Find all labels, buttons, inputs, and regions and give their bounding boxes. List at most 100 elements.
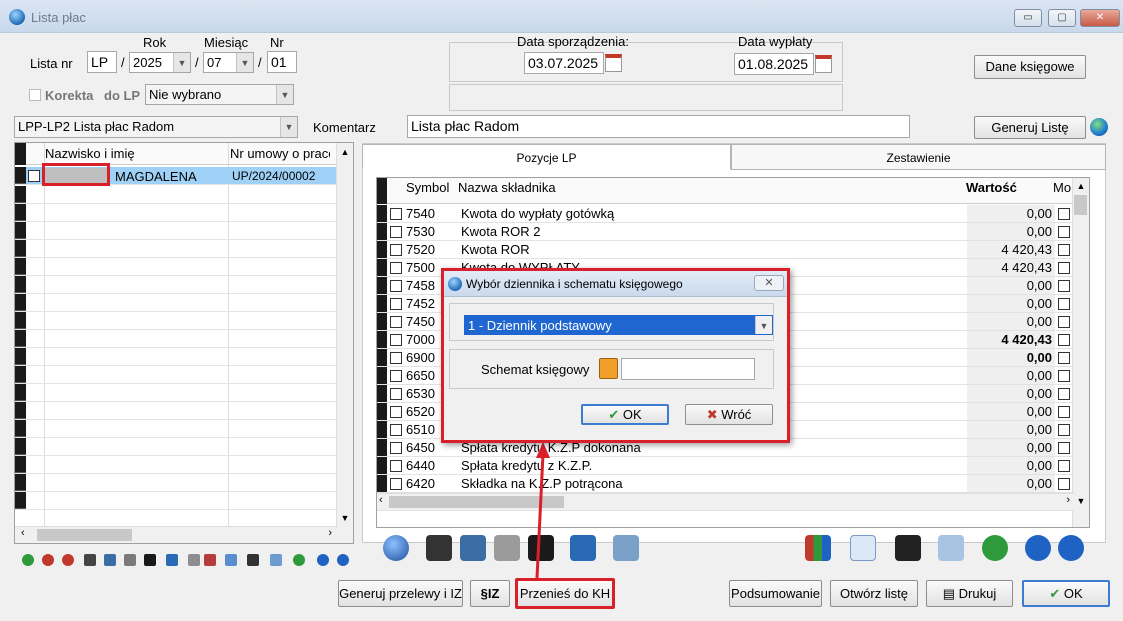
empty-row[interactable]	[15, 258, 353, 276]
clipboard-icon[interactable]	[204, 554, 216, 566]
dialog-wroc-button[interactable]: ✖ Wróć	[685, 404, 773, 425]
row-checkbox[interactable]	[390, 370, 402, 382]
row-checkbox[interactable]	[390, 262, 402, 274]
row-checkbox[interactable]	[390, 334, 402, 346]
empty-row[interactable]	[15, 492, 353, 510]
row-checkbox[interactable]	[390, 352, 402, 364]
row-checkbox[interactable]	[390, 280, 402, 292]
table-row[interactable]: 7530 Kwota ROR 2 0,00	[377, 223, 1089, 241]
empty-row[interactable]	[15, 186, 353, 204]
table-row[interactable]: 6440 Spłata kredytu z K.Z.P. 0,00	[377, 457, 1089, 475]
close-button[interactable]: ✕	[1080, 9, 1120, 27]
tab-pozycje[interactable]: Pozycje LP	[362, 144, 731, 170]
chevron-left-icon[interactable]: ‹	[21, 527, 25, 539]
row-checkbox[interactable]	[390, 208, 402, 220]
layers-icon[interactable]	[938, 535, 964, 561]
last-icon[interactable]	[337, 554, 349, 566]
row-checkbox[interactable]	[390, 442, 402, 454]
table-row[interactable]: 6420 Składka na K.Z.P potrącona 0,00	[377, 475, 1089, 493]
copy-icon[interactable]	[188, 554, 200, 566]
chevron-up-icon[interactable]: ▲	[1073, 181, 1089, 191]
empty-row[interactable]	[15, 420, 353, 438]
empty-row[interactable]	[15, 402, 353, 420]
miesiac-select[interactable]: 07 ▼	[203, 52, 254, 73]
refresh-icon[interactable]	[293, 554, 305, 566]
empty-row[interactable]	[15, 294, 353, 312]
generuj-liste-button[interactable]: Generuj Listę	[974, 116, 1086, 139]
empty-row[interactable]	[15, 456, 353, 474]
chevron-down-icon[interactable]: ▼	[173, 53, 190, 72]
dialog-ok-button[interactable]: ✔ OK	[581, 404, 669, 425]
chevron-up-icon[interactable]: ▲	[337, 147, 353, 157]
row-mo-checkbox[interactable]	[1058, 352, 1070, 364]
ok-button[interactable]: ✔ OK	[1022, 580, 1110, 607]
chevron-down-icon[interactable]: ▼	[280, 117, 297, 137]
przenies-do-kh-button[interactable]: Przenieś do KH	[515, 578, 615, 609]
row-mo-checkbox[interactable]	[1058, 424, 1070, 436]
vertical-scrollbar[interactable]: ▲ ▼	[1072, 178, 1089, 527]
schemat-field[interactable]	[621, 358, 755, 380]
row-checkbox[interactable]	[390, 424, 402, 436]
binoculars-icon[interactable]	[426, 535, 452, 561]
row-checkbox[interactable]	[390, 226, 402, 238]
chevron-down-icon[interactable]: ▼	[236, 53, 253, 72]
calendar-icon[interactable]	[815, 55, 832, 73]
calendar-icon[interactable]	[605, 54, 622, 72]
schema-picker-icon[interactable]	[599, 358, 618, 379]
otworz-liste-button[interactable]: Otwórz listę	[830, 580, 918, 607]
last-record-icon[interactable]	[1058, 535, 1084, 561]
row-mo-checkbox[interactable]	[1058, 280, 1070, 292]
row-checkbox[interactable]	[390, 298, 402, 310]
row-mo-checkbox[interactable]	[1058, 460, 1070, 472]
korekta-select[interactable]: Nie wybrano ▼	[145, 84, 294, 105]
vertical-scrollbar[interactable]: ▲ ▼	[336, 143, 353, 543]
empty-row[interactable]	[15, 348, 353, 366]
minimize-button[interactable]: ▭	[1014, 9, 1042, 27]
terminal-icon[interactable]	[144, 554, 156, 566]
layers-icon[interactable]	[270, 554, 282, 566]
data-sporzadzenia-field[interactable]: 03.07.2025	[524, 52, 604, 74]
delete-all-icon[interactable]	[62, 554, 74, 566]
calculator-icon[interactable]	[460, 535, 486, 561]
row-mo-checkbox[interactable]	[1058, 316, 1070, 328]
chart-pie-icon[interactable]	[613, 535, 639, 561]
chevron-down-icon[interactable]: ▼	[276, 85, 293, 104]
chevron-down-icon[interactable]: ▼	[337, 513, 353, 523]
horizontal-scrollbar[interactable]: ‹ ›	[15, 526, 338, 543]
horizontal-scrollbar[interactable]: ‹ ›	[377, 493, 1074, 510]
chevron-down-icon[interactable]: ▼	[1073, 496, 1089, 506]
refresh-icon[interactable]	[982, 535, 1008, 561]
row-mo-checkbox[interactable]	[1058, 406, 1070, 418]
empty-row[interactable]	[15, 204, 353, 222]
delete-icon[interactable]	[42, 554, 54, 566]
empty-row[interactable]	[15, 240, 353, 258]
add-icon[interactable]	[22, 554, 34, 566]
employee-grid[interactable]: Nazwisko i imię Nr umowy o pracę MAGDALE…	[14, 142, 354, 544]
chevron-right-icon[interactable]: ›	[328, 527, 332, 539]
chevron-down-icon[interactable]: ▼	[755, 316, 772, 334]
grid-icon[interactable]	[166, 554, 178, 566]
podsumowanie-button[interactable]: Podsumowanie	[729, 580, 822, 607]
komentarz-field[interactable]: Lista płac Radom	[407, 115, 910, 138]
first-record-icon[interactable]	[1025, 535, 1051, 561]
chevron-right-icon[interactable]: ›	[1066, 494, 1070, 506]
empty-row[interactable]	[15, 438, 353, 456]
row-mo-checkbox[interactable]	[1058, 298, 1070, 310]
row-checkbox[interactable]	[390, 388, 402, 400]
save-icon[interactable]	[247, 554, 259, 566]
dziennik-select[interactable]: 1 - Dziennik podstawowy ▼	[464, 315, 773, 335]
nr-field[interactable]: 01	[267, 51, 297, 73]
tab-zestawienie[interactable]: Zestawienie	[731, 144, 1106, 170]
row-checkbox[interactable]	[390, 478, 402, 490]
empty-row[interactable]	[15, 366, 353, 384]
chevron-left-icon[interactable]: ‹	[379, 494, 383, 506]
generuj-przelewy-button[interactable]: Generuj przelewy i IZ	[338, 580, 463, 607]
globe-icon[interactable]	[1090, 118, 1108, 136]
row-mo-checkbox[interactable]	[1058, 478, 1070, 490]
drukuj-button[interactable]: ▤ Drukuj	[926, 580, 1013, 607]
scroll-thumb[interactable]	[37, 529, 132, 541]
row-mo-checkbox[interactable]	[1058, 442, 1070, 454]
document-icon[interactable]	[850, 535, 876, 561]
dane-ksiegowe-button[interactable]: Dane księgowe	[974, 55, 1086, 79]
row-mo-checkbox[interactable]	[1058, 388, 1070, 400]
